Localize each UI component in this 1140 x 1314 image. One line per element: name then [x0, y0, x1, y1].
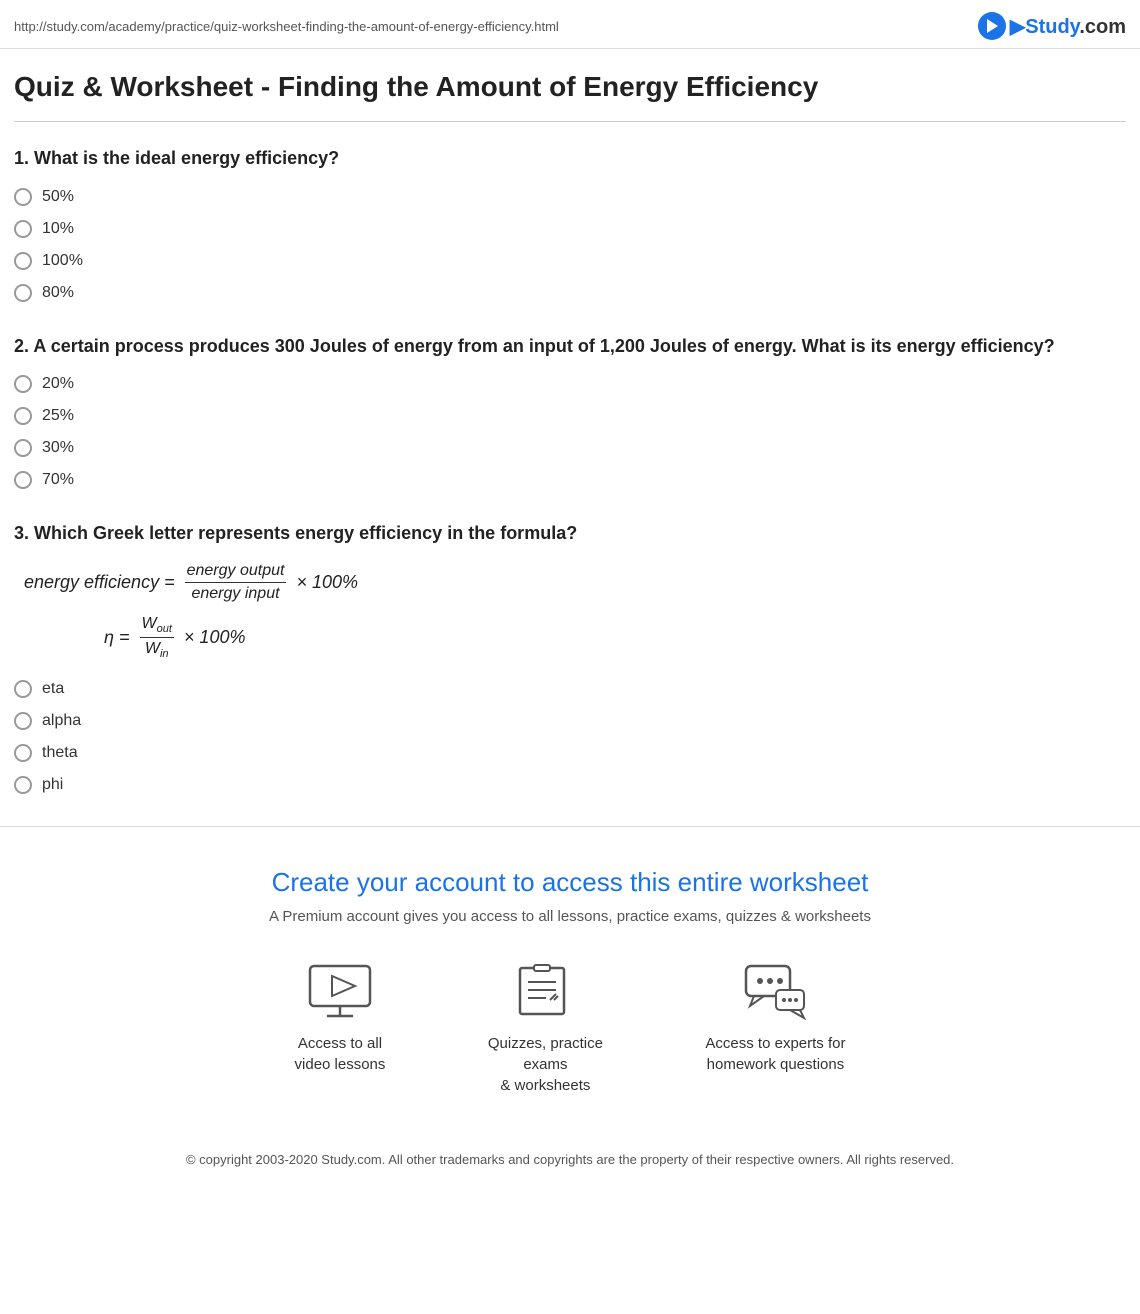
- logo-text: ▶Study.com: [1010, 14, 1126, 39]
- url-bar: http://study.com/academy/practice/quiz-w…: [0, 0, 1140, 48]
- option-3-2[interactable]: alpha: [14, 712, 1126, 730]
- formula-denominator-1: energy input: [189, 583, 281, 603]
- radio-2-1[interactable]: [14, 375, 32, 393]
- option-label-3-2: alpha: [42, 712, 81, 730]
- feature-video-label: Access to allvideo lessons: [295, 1033, 386, 1075]
- formula-lhs: energy efficiency =: [24, 572, 175, 593]
- option-2-4[interactable]: 70%: [14, 471, 1126, 489]
- logo-icon: [978, 12, 1006, 40]
- quiz-icon: [510, 961, 580, 1021]
- option-label-1-2: 10%: [42, 220, 74, 238]
- formula-line-1: energy efficiency = energy output energy…: [24, 562, 1126, 603]
- option-label-2-4: 70%: [42, 471, 74, 489]
- radio-2-4[interactable]: [14, 471, 32, 489]
- main-content: Quiz & Worksheet - Finding the Amount of…: [0, 48, 1140, 794]
- option-label-3-1: eta: [42, 680, 64, 698]
- page-title: Quiz & Worksheet - Finding the Amount of…: [14, 59, 1126, 105]
- url-text: http://study.com/academy/practice/quiz-w…: [14, 19, 559, 34]
- option-2-2[interactable]: 25%: [14, 407, 1126, 425]
- formula-eta: η =: [104, 627, 130, 648]
- feature-expert: Access to experts forhomework questions: [705, 961, 845, 1096]
- question-2-block: 2. A certain process produces 300 Joules…: [14, 334, 1126, 489]
- radio-3-1[interactable]: [14, 680, 32, 698]
- play-icon: [987, 19, 998, 33]
- title-divider: [14, 121, 1126, 122]
- signup-subtitle: A Premium account gives you access to al…: [20, 908, 1120, 925]
- option-label-3-3: theta: [42, 744, 78, 762]
- question-3-block: 3. Which Greek letter represents energy …: [14, 521, 1126, 795]
- formula-times-100-2: × 100%: [184, 627, 246, 648]
- feature-quiz-label: Quizzes, practice exams& worksheets: [465, 1033, 625, 1096]
- radio-2-3[interactable]: [14, 439, 32, 457]
- option-1-1[interactable]: 50%: [14, 188, 1126, 206]
- formula-fraction-2: Wout Win: [140, 615, 174, 660]
- features-row: Access to allvideo lessons: [20, 961, 1120, 1096]
- formula-denominator-2: Win: [143, 638, 171, 660]
- radio-1-2[interactable]: [14, 220, 32, 238]
- option-label-3-4: phi: [42, 776, 63, 794]
- signup-section: Create your account to access this entir…: [0, 826, 1140, 1203]
- video-icon: [305, 961, 375, 1021]
- footer: © copyright 2003-2020 Study.com. All oth…: [20, 1136, 1120, 1183]
- option-3-3[interactable]: theta: [14, 744, 1126, 762]
- option-label-1-4: 80%: [42, 284, 74, 302]
- feature-quiz: Quizzes, practice exams& worksheets: [465, 961, 625, 1096]
- feature-expert-label: Access to experts forhomework questions: [705, 1033, 845, 1075]
- option-1-4[interactable]: 80%: [14, 284, 1126, 302]
- option-3-4[interactable]: phi: [14, 776, 1126, 794]
- question-1-block: 1. What is the ideal energy efficiency? …: [14, 146, 1126, 301]
- question-3-text: 3. Which Greek letter represents energy …: [14, 521, 1126, 546]
- logo: ▶Study.com: [978, 12, 1126, 40]
- option-1-2[interactable]: 10%: [14, 220, 1126, 238]
- formula-line-2: η = Wout Win × 100%: [104, 615, 1126, 660]
- radio-3-3[interactable]: [14, 744, 32, 762]
- option-2-3[interactable]: 30%: [14, 439, 1126, 457]
- option-3-1[interactable]: eta: [14, 680, 1126, 698]
- formula-times-100: × 100%: [296, 572, 358, 593]
- expert-icon: [740, 961, 810, 1021]
- question-1-text: 1. What is the ideal energy efficiency?: [14, 146, 1126, 171]
- formula-fraction-1: energy output energy input: [185, 562, 287, 603]
- radio-1-3[interactable]: [14, 252, 32, 270]
- option-label-2-1: 20%: [42, 375, 74, 393]
- formula-numerator-1: energy output: [185, 562, 287, 583]
- feature-video: Access to allvideo lessons: [295, 961, 386, 1096]
- formula-numerator-2: Wout: [140, 615, 174, 638]
- radio-1-4[interactable]: [14, 284, 32, 302]
- option-1-3[interactable]: 100%: [14, 252, 1126, 270]
- radio-1-1[interactable]: [14, 188, 32, 206]
- radio-3-2[interactable]: [14, 712, 32, 730]
- option-label-2-2: 25%: [42, 407, 74, 425]
- option-label-1-3: 100%: [42, 252, 83, 270]
- radio-3-4[interactable]: [14, 776, 32, 794]
- radio-2-2[interactable]: [14, 407, 32, 425]
- signup-title: Create your account to access this entir…: [20, 867, 1120, 898]
- question-2-text: 2. A certain process produces 300 Joules…: [14, 334, 1126, 359]
- option-label-1-1: 50%: [42, 188, 74, 206]
- option-2-1[interactable]: 20%: [14, 375, 1126, 393]
- option-label-2-3: 30%: [42, 439, 74, 457]
- formula-block: energy efficiency = energy output energy…: [14, 562, 1126, 660]
- footer-text: © copyright 2003-2020 Study.com. All oth…: [186, 1152, 954, 1167]
